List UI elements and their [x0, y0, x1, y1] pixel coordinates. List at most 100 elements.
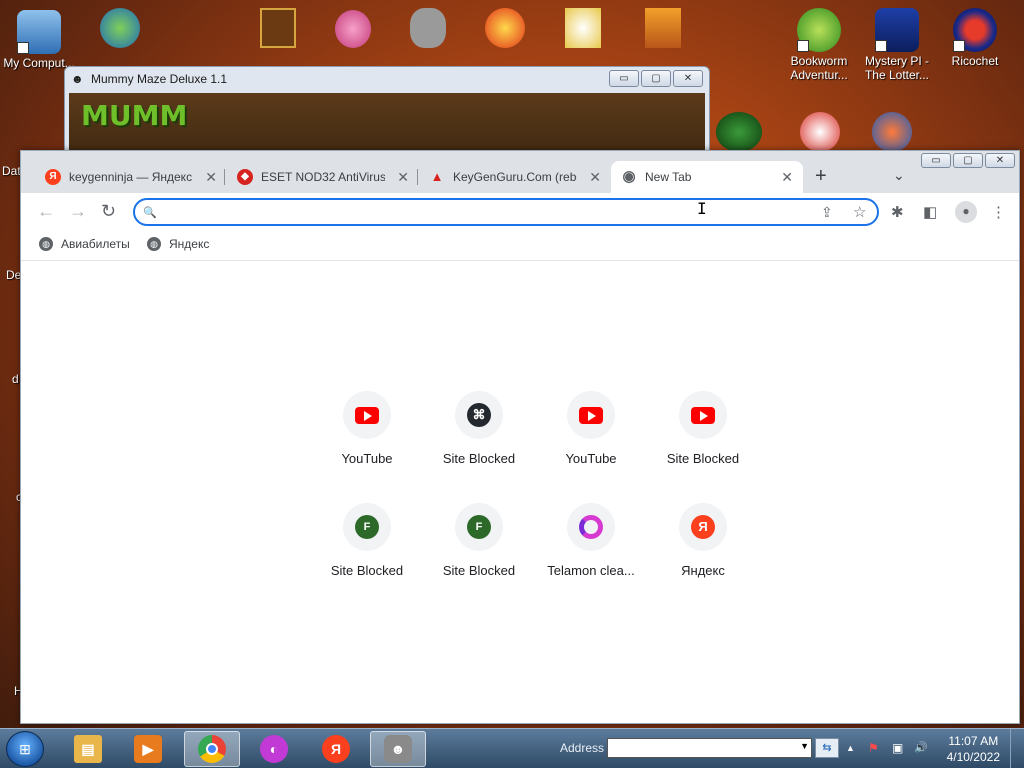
taskbar-app-mummy-maze[interactable]: ☻ [370, 731, 426, 767]
shortcut-tile[interactable]: Site Blocked [647, 391, 759, 503]
app-icon[interactable] [335, 10, 371, 48]
start-button[interactable]: ⊞ [6, 731, 44, 767]
app-icon[interactable] [100, 8, 140, 48]
shortcut-label: Site Blocked [666, 451, 740, 466]
shortcut-tile[interactable]: YouTube [535, 391, 647, 503]
app-icon[interactable] [645, 8, 681, 48]
shortcut-icon-bg [567, 391, 615, 439]
desktop-edge-label: Dat [2, 164, 21, 178]
desktop-icon-ricochet[interactable]: Ricochet [938, 8, 1012, 68]
clock-date: 4/10/2022 [946, 750, 1000, 764]
ricochet-icon [953, 8, 997, 52]
tab-close-icon[interactable]: ✕ [205, 169, 217, 186]
taskbar-app-yandex[interactable]: Я [308, 731, 364, 767]
network-icon[interactable]: ▣ [892, 741, 903, 755]
extensions-icon[interactable]: ✱ [891, 203, 904, 221]
app-icon[interactable] [800, 112, 840, 152]
app-icon[interactable] [485, 8, 525, 48]
shortcut-icon-bg [679, 391, 727, 439]
mummy-icon: ☻ [384, 735, 412, 763]
feedly-icon: F [467, 515, 491, 539]
desktop-icon-my-computer[interactable]: My Comput... [2, 10, 76, 70]
maximize-button[interactable]: ▢ [641, 70, 671, 87]
show-desktop-button[interactable] [1010, 729, 1024, 768]
yandex-icon: Я [691, 515, 715, 539]
app-icon[interactable] [565, 8, 601, 48]
bookworm-icon [797, 8, 841, 52]
bookmark-yandex[interactable]: ◍ Яндекс [147, 237, 209, 251]
share-icon[interactable]: ⇪ [821, 204, 833, 221]
tab-close-icon[interactable]: ✕ [397, 169, 409, 186]
forward-button[interactable]: → [69, 201, 87, 222]
shortcut-tile[interactable]: F Site Blocked [311, 503, 423, 615]
side-panel-icon[interactable]: ◧ [923, 203, 937, 221]
globe-icon: ◍ [147, 237, 161, 251]
shortcut-icon-bg [343, 391, 391, 439]
shortcut-label: Telamon clea... [547, 563, 635, 578]
keygenguru-favicon-icon: ▲ [430, 169, 444, 184]
taskbar-app-telamon[interactable]: ◐ [246, 731, 302, 767]
tab-strip[interactable]: ▭ ▢ ✕ Я keygenninja — Яндекс: н ✕ ◆ ESET… [21, 151, 1019, 193]
menu-icon[interactable]: ⋮ [991, 203, 1006, 221]
new-tab-button[interactable]: + [815, 165, 827, 188]
text-cursor-icon: I [697, 199, 707, 218]
shortcut-tile[interactable]: Telamon clea... [535, 503, 647, 615]
tab-keygenguru[interactable]: ▲ KeyGenGuru.Com (rebor ✕ [419, 161, 611, 193]
volume-icon[interactable]: 🔊 [914, 741, 928, 754]
browser-window[interactable]: ▭ ▢ ✕ Я keygenninja — Яндекс: н ✕ ◆ ESET… [20, 150, 1020, 724]
shortcut-label: Site Blocked [330, 563, 404, 578]
desktop-icon-bookworm[interactable]: Bookworm Adventur... [782, 8, 856, 82]
address-input[interactable] [165, 203, 805, 221]
shortcut-tile[interactable]: YouTube [311, 391, 423, 503]
profile-icon[interactable]: ● [955, 201, 977, 223]
address-toolbar-input[interactable]: ▼ [607, 738, 812, 758]
shortcut-tile[interactable]: F Site Blocked [423, 503, 535, 615]
bookmark-label: Авиабилеты [61, 237, 130, 251]
minimize-button[interactable]: ▭ [921, 153, 951, 168]
app-icon[interactable] [872, 112, 912, 152]
tab-close-icon[interactable]: ✕ [781, 169, 793, 186]
address-bar[interactable]: 🔍 ⇪ ☆ [133, 198, 879, 226]
tab-title: ESET NOD32 AntiVirus 1 [261, 170, 385, 184]
minimize-button[interactable]: ▭ [609, 70, 639, 87]
app-icon[interactable] [410, 8, 446, 48]
app-icon[interactable] [716, 112, 762, 152]
address-go-button[interactable]: ⇆ [815, 738, 839, 758]
taskbar: ⊞ ▤ ▶ ◐ Я ☻ Address ▼ ⇆ ▲ ⚑ ▣ 🔊 11:07 AM… [0, 728, 1024, 768]
show-hidden-icons-button[interactable]: ▲ [846, 743, 855, 753]
tab-search-button[interactable]: ⌄ [893, 167, 905, 184]
tab-keygenninja[interactable]: Я keygenninja — Яндекс: н ✕ [35, 161, 227, 193]
action-center-flag-icon[interactable]: ⚑ [868, 741, 879, 755]
tab-eset[interactable]: ◆ ESET NOD32 AntiVirus 1 ✕ [227, 161, 419, 193]
close-button[interactable]: ✕ [673, 70, 703, 87]
shortcut-tile[interactable]: ⌘ Site Blocked [423, 391, 535, 503]
desktop-icon-mystery-pi[interactable]: Mystery PI - The Lotter... [860, 8, 934, 82]
taskbar-app-chrome[interactable] [184, 731, 240, 767]
taskbar-app-media[interactable]: ▶ [120, 731, 176, 767]
app-icon[interactable] [260, 8, 296, 48]
maximize-button[interactable]: ▢ [953, 153, 983, 168]
shortcut-tile[interactable]: Я Яндекс [647, 503, 759, 615]
tab-title: New Tab [645, 170, 692, 184]
reload-button[interactable]: ↻ [101, 201, 116, 222]
tab-separator [417, 169, 418, 185]
bookmark-aviabilety[interactable]: ◍ Авиабилеты [39, 237, 130, 251]
shortcut-arrow-icon [953, 40, 965, 52]
shortcut-label: YouTube [341, 451, 393, 466]
close-button[interactable]: ✕ [985, 153, 1015, 168]
tab-title: KeyGenGuru.Com (rebor [453, 170, 577, 184]
shortcut-label: Яндекс [681, 563, 725, 578]
desktop-edge-label: d [12, 372, 19, 386]
tab-close-icon[interactable]: ✕ [589, 169, 601, 186]
shortcut-icon-bg [567, 503, 615, 551]
globe-favicon-icon: ◉ [622, 168, 636, 185]
dropdown-arrow-icon[interactable]: ▼ [800, 741, 809, 751]
window-title: Mummy Maze Deluxe 1.1 [91, 72, 228, 86]
back-button[interactable]: ← [37, 201, 55, 222]
bookmark-star-icon[interactable]: ☆ [853, 203, 866, 221]
tab-new-tab[interactable]: ◉ New Tab ✕ [611, 161, 803, 193]
taskbar-app-explorer[interactable]: ▤ [60, 731, 116, 767]
system-clock[interactable]: 11:07 AM 4/10/2022 [947, 733, 1000, 765]
desktop-icon-row-hidden [90, 8, 690, 58]
yandex-icon: Я [322, 735, 350, 763]
